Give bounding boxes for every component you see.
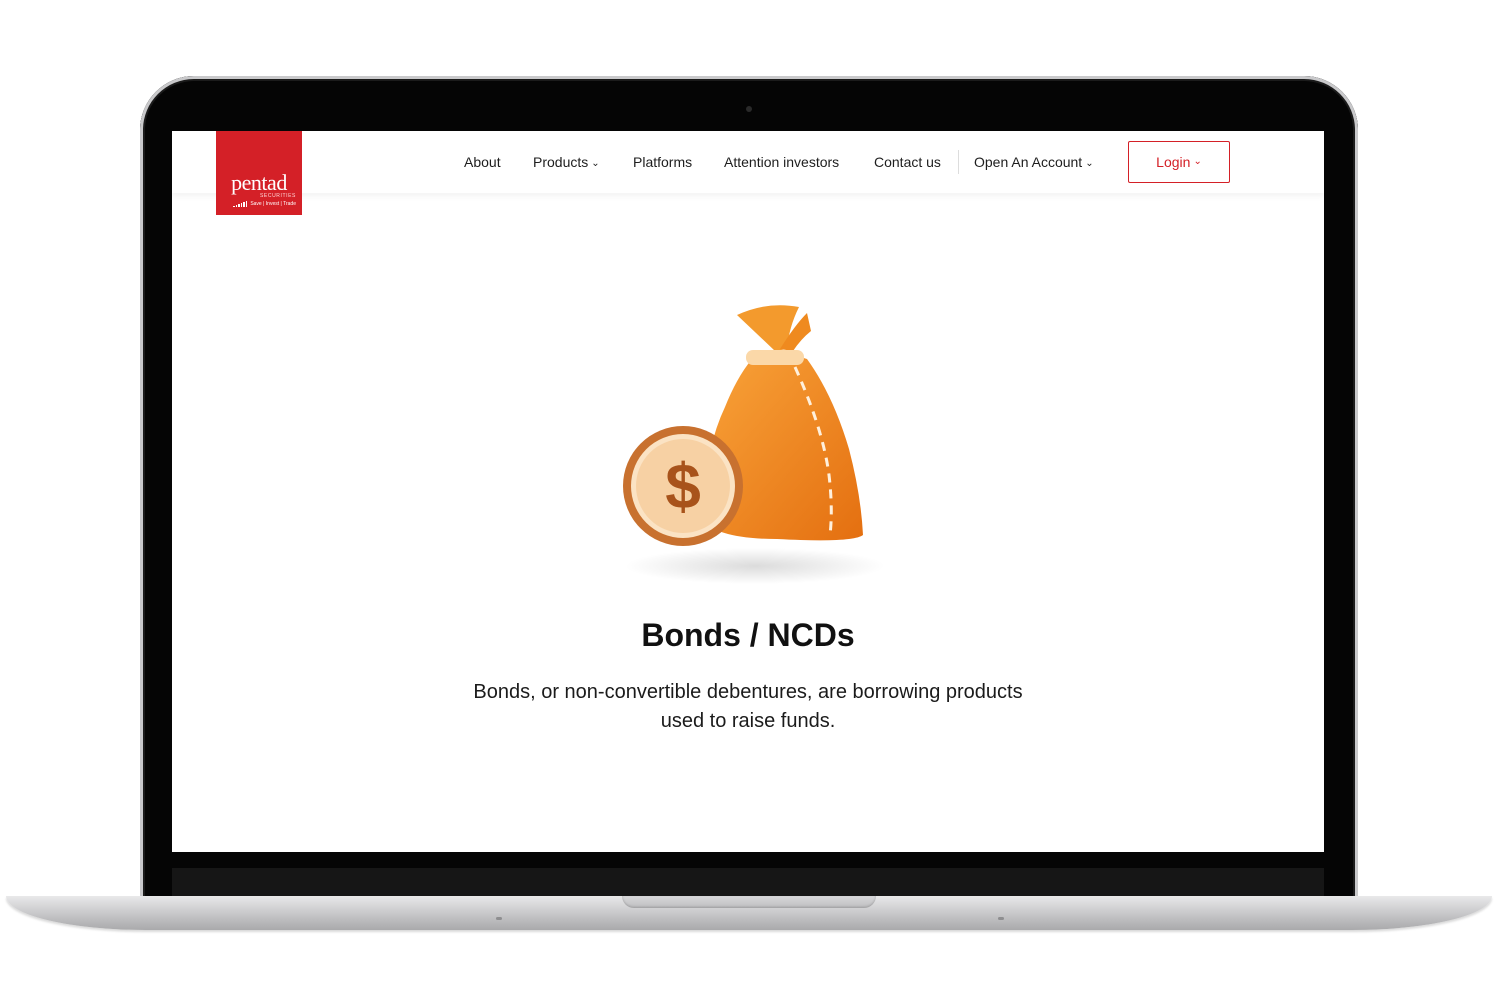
nav-attention-investors-label: Attention investors xyxy=(724,154,840,170)
nav-about-label: About xyxy=(464,154,501,170)
nav-attention-investors[interactable]: Attention investors xyxy=(724,154,839,170)
laptop-foot xyxy=(998,917,1004,920)
website-screen: pentad SECURITIES Save | Invest | Trade … xyxy=(172,131,1324,852)
chevron-down-icon: ⌄ xyxy=(1193,155,1202,167)
camera-icon xyxy=(746,106,752,112)
laptop-foot xyxy=(496,917,502,920)
laptop-notch xyxy=(622,896,876,908)
chevron-down-icon: ⌄ xyxy=(1085,158,1094,169)
laptop-bottom-bezel xyxy=(172,868,1324,898)
chevron-down-icon: ⌄ xyxy=(591,158,600,169)
logo-subtitle: SECURITIES xyxy=(259,193,296,199)
logo-tagline: Save | Invest | Trade xyxy=(250,201,296,207)
brand-logo[interactable]: pentad SECURITIES Save | Invest | Trade xyxy=(216,131,302,215)
main-navigation: About Products ⌄ Platforms Attention inve… xyxy=(172,131,1324,193)
signal-bars-icon xyxy=(233,201,248,207)
svg-text:$: $ xyxy=(665,450,701,522)
money-bag-icon: $ xyxy=(623,305,885,584)
nav-contact-us[interactable]: Contact us xyxy=(874,154,941,170)
nav-products-label: Products xyxy=(533,154,589,170)
logo-tagline-row: Save | Invest | Trade xyxy=(224,201,296,207)
nav-open-account-label: Open An Account xyxy=(974,154,1083,170)
nav-platforms[interactable]: Platforms xyxy=(633,154,692,170)
nav-contact-us-label: Contact us xyxy=(874,154,941,170)
nav-open-account[interactable]: Open An Account ⌄ xyxy=(974,154,1094,170)
page-title: Bonds / NCDs xyxy=(641,617,855,653)
login-label: Login xyxy=(1156,154,1191,170)
nav-products[interactable]: Products ⌄ xyxy=(533,154,600,170)
nav-about[interactable]: About xyxy=(464,154,501,170)
page-description: Bonds, or non-convertible debentures, ar… xyxy=(473,681,1023,732)
nav-platforms-label: Platforms xyxy=(633,154,693,170)
nav-divider xyxy=(958,150,959,174)
login-button[interactable]: Login ⌄ xyxy=(1128,141,1230,183)
